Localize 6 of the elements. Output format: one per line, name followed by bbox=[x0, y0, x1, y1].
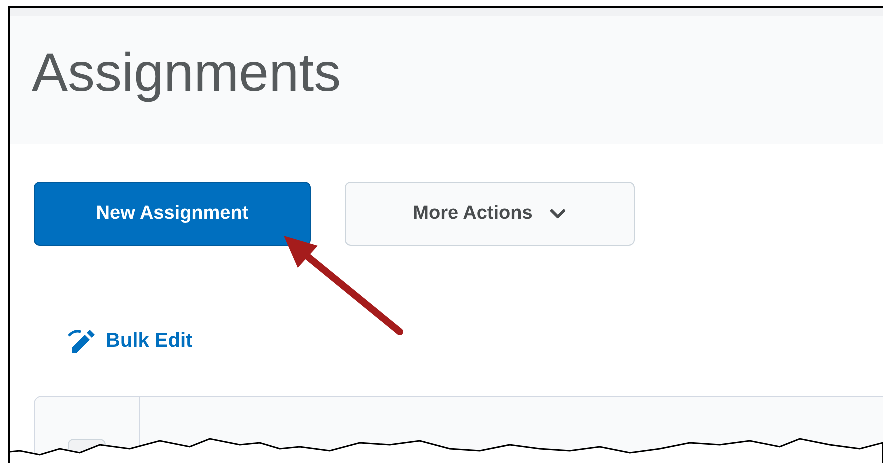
bulk-edit-link[interactable]: Bulk Edit bbox=[68, 328, 193, 354]
page-title: Assignments bbox=[32, 42, 342, 100]
dropdown-button[interactable]: More Actions bbox=[345, 182, 635, 246]
chevron-down-icon bbox=[548, 208, 567, 220]
new-button[interactable]: New Assignment bbox=[34, 182, 311, 246]
pencil-icon bbox=[68, 328, 96, 354]
